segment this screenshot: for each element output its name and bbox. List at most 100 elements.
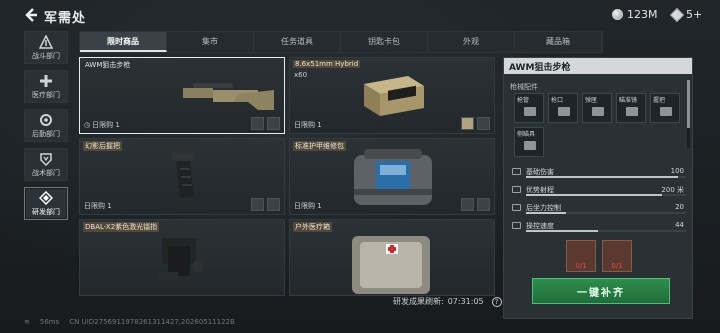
purchase-limit: 日限购 1 — [294, 202, 322, 210]
muzzle-icon — [558, 107, 570, 116]
stat-bar-fill — [526, 176, 678, 178]
gem-icon — [669, 7, 685, 22]
scope-icon — [626, 107, 638, 116]
sidebar-item-label: 医疗部门 — [32, 90, 60, 99]
material-slot-1[interactable]: 0/1 — [566, 240, 596, 272]
attachment-slot — [267, 198, 280, 211]
tab-keycard-pack[interactable]: 钥匙卡包 — [341, 32, 428, 52]
help-icon[interactable]: ? — [491, 296, 502, 307]
tab-quest-items[interactable]: 任务道具 — [254, 32, 341, 52]
card-slots — [251, 198, 280, 211]
triangle-icon — [39, 34, 53, 49]
attachment-slot-grip[interactable]: 握把 — [650, 93, 680, 123]
status-footer: ≋ 56ms CN UID2756911978261311427,2026051… — [24, 318, 235, 326]
product-name: DBAL-X2紫色激光镭指 — [83, 222, 160, 232]
laser-module-image — [158, 238, 204, 280]
product-card-medical-kit[interactable]: 户外医疗箱 — [289, 219, 495, 296]
sidebar-item-label: 后勤部门 — [32, 129, 60, 138]
auto-supply-button[interactable]: 一键补齐 — [532, 278, 670, 304]
attachment-slot — [267, 117, 280, 130]
item-detail-panel: AWM狙击步枪 枪械配件 枪管 枪口 弹匣 瞄准镜 握把 侧瞄具 基础伤害 10… — [503, 57, 693, 319]
medical-kit-image — [352, 236, 430, 294]
stat-recoil-control: 后坐力控制 20 — [510, 202, 686, 214]
handling-icon — [512, 222, 521, 229]
ping-value: 56ms — [39, 318, 60, 326]
tab-appearance[interactable]: 外观 — [428, 32, 515, 52]
card-slots — [461, 198, 490, 211]
research-icon — [39, 190, 53, 205]
tab-limited-items[interactable]: 限时商品 — [80, 32, 167, 52]
coin-icon — [612, 9, 623, 20]
tab-collection-box[interactable]: 藏品箱 — [515, 32, 602, 52]
stat-bar-fill — [526, 212, 566, 214]
product-card-grip[interactable]: 幻影后握把 日限购 1 — [79, 138, 285, 215]
product-name: 户外医疗箱 — [293, 222, 332, 232]
purchase-limit: 日限购 1 — [294, 121, 322, 129]
gem-display: 5+ — [669, 7, 703, 22]
wifi-icon: ≋ — [24, 318, 30, 326]
grip-image — [172, 153, 194, 197]
shield-icon — [40, 152, 52, 166]
back-arrow-icon[interactable] — [22, 6, 40, 24]
sidebar-item-research[interactable]: 研发部门 — [24, 187, 68, 220]
attachment-slot-scope[interactable]: 瞄准镜 — [616, 93, 646, 123]
refresh-timer: 研发成果刷新: 07:31:05 ? — [393, 296, 502, 307]
recoil-icon — [512, 204, 521, 211]
product-grid: AWM狙击步枪 ◷ 日限购 1 8.6x51mm Hybrid x60 日限购 … — [79, 57, 497, 319]
currency-amount: 123M — [627, 8, 658, 21]
shop-tabs: 限时商品 集市 任务道具 钥匙卡包 外观 藏品箱 — [79, 31, 603, 53]
gear-icon — [40, 113, 52, 126]
attachment-slot-muzzle[interactable]: 枪口 — [548, 93, 578, 123]
sidebar-item-tactical[interactable]: 战术部门 — [24, 148, 68, 181]
top-bar: 军需处 123M 5+ — [0, 0, 720, 30]
gem-amount: 5+ — [686, 8, 703, 21]
attachment-slot — [477, 198, 490, 211]
attachment-slot-magazine[interactable]: 弹匣 — [582, 93, 612, 123]
attachment-slot — [251, 198, 264, 211]
product-name: 标准护甲维修包 — [293, 141, 346, 151]
attachment-slot — [477, 117, 490, 130]
stat-base-damage: 基础伤害 100 — [510, 166, 686, 178]
attachment-slot-barrel[interactable]: 枪管 — [514, 93, 544, 123]
magazine-icon — [592, 107, 604, 116]
product-name: AWM狙击步枪 — [85, 61, 131, 69]
attachment-slot — [461, 117, 474, 130]
page-title: 军需处 — [44, 11, 87, 26]
product-card-laser[interactable]: DBAL-X2紫色激光镭指 — [79, 219, 285, 296]
grip-icon — [660, 107, 672, 116]
product-card-awm[interactable]: AWM狙击步枪 ◷ 日限购 1 — [79, 57, 285, 134]
side-sight-icon — [524, 141, 536, 150]
barrel-icon — [524, 107, 536, 116]
material-slot-2[interactable]: 0/1 — [602, 240, 632, 272]
attachment-slot — [251, 117, 264, 130]
repair-bag-image — [354, 149, 432, 205]
stat-handling-speed: 操控速度 44 — [510, 220, 686, 232]
product-card-ammo[interactable]: 8.6x51mm Hybrid x60 日限购 1 — [289, 57, 495, 134]
sidebar-item-medical[interactable]: 医疗部门 — [24, 70, 68, 103]
ammo-box-image — [364, 76, 424, 116]
detail-title: AWM狙击步枪 — [504, 58, 692, 74]
card-slots — [251, 117, 280, 130]
product-card-repair-kit[interactable]: 标准护甲维修包 日限购 1 — [289, 138, 495, 215]
department-sidebar: 战斗部门 医疗部门 后勤部门 战术部门 研发部门 — [24, 31, 72, 226]
attachments-scrollbar[interactable] — [687, 80, 690, 148]
user-id: CN UID2756911978261311427,20260511122B — [69, 318, 235, 326]
sidebar-item-label: 研发部门 — [32, 207, 60, 216]
refresh-time: 07:31:05 — [447, 297, 484, 306]
clock-icon: ◷ — [84, 121, 91, 129]
purchase-limit: ◷ 日限购 1 — [84, 121, 120, 129]
attachment-slot-side-sight[interactable]: 侧瞄具 — [514, 127, 544, 157]
refresh-label: 研发成果刷新: — [393, 297, 444, 306]
tab-market[interactable]: 集市 — [167, 32, 254, 52]
product-name: 8.6x51mm Hybrid — [293, 60, 361, 68]
currency-display: 123M — [612, 8, 658, 21]
sniper-rifle-image — [88, 83, 274, 114]
stat-effective-range: 优势射程 200 米 — [510, 184, 686, 196]
sidebar-item-label: 战斗部门 — [32, 51, 60, 60]
plus-icon — [40, 74, 52, 87]
stat-bar-fill — [526, 230, 598, 232]
product-name: 幻影后握把 — [83, 141, 122, 151]
sidebar-item-combat[interactable]: 战斗部门 — [24, 31, 68, 64]
sidebar-item-logistics[interactable]: 后勤部门 — [24, 109, 68, 142]
range-icon — [512, 186, 521, 193]
